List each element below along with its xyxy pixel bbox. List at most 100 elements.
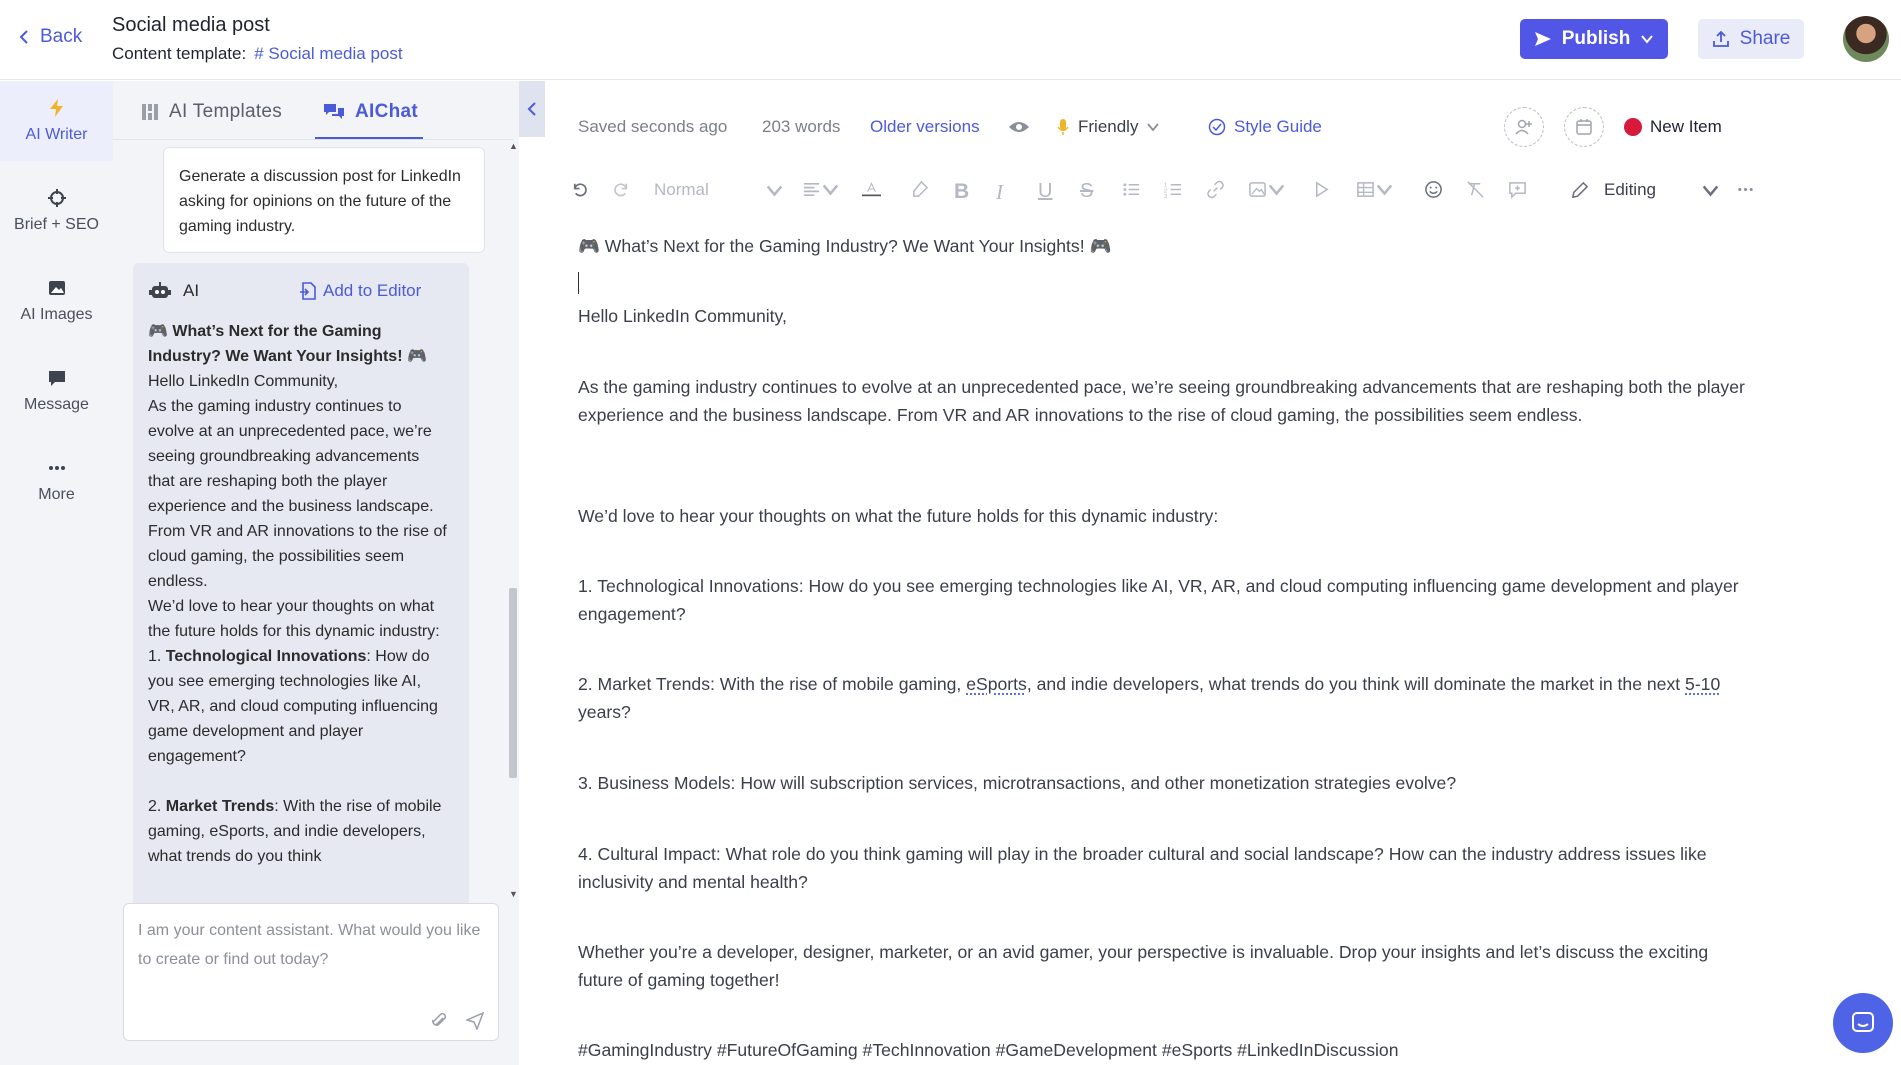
align-icon — [803, 182, 820, 197]
underline-icon: U — [1038, 180, 1053, 202]
insert-image-button[interactable] — [1248, 180, 1286, 199]
older-versions-link[interactable]: Older versions — [870, 117, 980, 137]
italic-icon: I — [996, 180, 1003, 204]
upload-icon — [1712, 30, 1729, 47]
microphone-icon — [1057, 119, 1069, 135]
chat-scrollbar[interactable]: ▲ ▼ — [505, 141, 519, 901]
tone-label: Friendly — [1078, 117, 1139, 136]
svg-text:3: 3 — [1164, 194, 1167, 199]
rail-item-ai-images[interactable]: AI Images — [0, 261, 113, 341]
redo-icon — [614, 183, 628, 197]
rail-item-more[interactable]: More — [0, 441, 113, 521]
italic-button[interactable]: I — [996, 180, 1003, 205]
page-title: Social media post — [112, 14, 270, 36]
tone-selector[interactable]: Friendly — [1056, 117, 1160, 137]
add-to-editor-button[interactable]: Add to Editor — [299, 281, 421, 301]
chat-input-placeholder: I am your content assistant. What would … — [138, 922, 481, 968]
editing-mode-select[interactable]: Editing — [1570, 180, 1720, 200]
paragraph-style-select[interactable]: Normal — [654, 180, 784, 200]
bullet-list-button[interactable] — [1122, 180, 1141, 199]
insert-doc-icon — [300, 282, 316, 300]
add-to-editor-label: Add to Editor — [323, 281, 422, 300]
doc-point-3: 3. Business Models: How will subscriptio… — [578, 773, 1457, 793]
clear-format-icon — [1467, 181, 1484, 198]
doc-hashtags: #GamingIndustry #FutureOfGaming #TechInn… — [578, 1040, 1399, 1060]
strikethrough-button[interactable]: S — [1080, 180, 1093, 203]
align-button[interactable] — [802, 180, 840, 199]
scroll-thumb[interactable] — [509, 588, 517, 778]
ai-response-header: AI — [149, 281, 199, 301]
comment-add-icon — [1509, 182, 1526, 199]
link-button[interactable] — [1206, 180, 1225, 199]
highlight-button[interactable] — [910, 180, 929, 199]
rail-label: Message — [24, 396, 89, 413]
scroll-up-arrow[interactable]: ▲ — [509, 141, 518, 151]
schedule-button[interactable] — [1564, 107, 1604, 147]
back-label: Back — [40, 26, 83, 47]
tab-aichat[interactable]: AIChat — [323, 101, 418, 123]
redo-button[interactable] — [612, 180, 631, 199]
doc-point-2: 2. Market Trends: With the rise of mobil… — [578, 674, 1721, 722]
bullet-list-icon — [1123, 183, 1140, 196]
crosshair-icon — [47, 189, 66, 207]
ai-response-point-1: 1. Technological Innovations: How do you… — [148, 648, 438, 765]
assign-user-button[interactable] — [1504, 107, 1544, 147]
underline-button[interactable]: U — [1038, 180, 1052, 203]
comment-button[interactable] — [1508, 180, 1527, 199]
editor-meta-bar: Saved seconds ago 203 words Older versio… — [578, 107, 1758, 147]
link-icon — [1207, 180, 1224, 199]
rail-item-brief-seo[interactable]: Brief + SEO — [0, 171, 113, 251]
scroll-down-arrow[interactable]: ▼ — [509, 889, 518, 899]
chevron-down-icon — [822, 184, 839, 196]
emoji-button[interactable] — [1424, 180, 1443, 199]
rail-label: Brief + SEO — [14, 216, 99, 233]
clear-format-button[interactable] — [1466, 180, 1485, 199]
workflow-status[interactable]: New Item — [1624, 117, 1722, 137]
chevron-down-icon — [1268, 184, 1285, 196]
text-color-icon — [862, 182, 881, 197]
style-guide-link[interactable]: Style Guide — [1208, 117, 1322, 137]
strikethrough-icon: S — [1080, 180, 1094, 202]
paragraph-style-value: Normal — [654, 180, 709, 199]
ai-response-intro: As the gaming industry continues to evol… — [148, 398, 447, 590]
chat-input[interactable]: I am your content assistant. What would … — [123, 903, 499, 1041]
doc-heading: 🎮 What’s Next for the Gaming Industry? W… — [578, 236, 1112, 256]
numbered-list-button[interactable]: 123 — [1164, 180, 1183, 199]
save-status: Saved seconds ago — [578, 117, 728, 136]
send-message-icon[interactable] — [466, 1012, 484, 1030]
gamepad-icon: 🎮 — [148, 323, 173, 340]
hash-icon: # — [254, 44, 264, 63]
share-button[interactable]: Share — [1698, 19, 1804, 59]
undo-button[interactable] — [570, 180, 589, 199]
insert-video-button[interactable] — [1312, 180, 1331, 199]
attach-icon[interactable] — [430, 1012, 448, 1030]
back-button[interactable]: Back — [16, 26, 82, 48]
template-label: Content template: — [112, 44, 247, 63]
tab-ai-templates[interactable]: AI Templates — [141, 101, 282, 123]
rail-label: AI Images — [20, 306, 93, 323]
text-color-button[interactable] — [862, 180, 881, 199]
user-avatar[interactable] — [1843, 16, 1889, 62]
insert-table-button[interactable] — [1356, 180, 1394, 199]
grid-icon — [142, 104, 158, 120]
more-options-button[interactable] — [1736, 180, 1755, 199]
ai-label: AI — [183, 281, 200, 300]
share-label: Share — [1739, 28, 1791, 49]
publish-button[interactable]: Publish — [1520, 19, 1668, 59]
calendar-icon — [1576, 119, 1592, 135]
gamepad-icon: 🎮 — [1084, 236, 1112, 256]
table-icon — [1357, 182, 1374, 197]
collapse-panel-button[interactable] — [519, 81, 545, 137]
chevron-down-icon — [1702, 185, 1719, 196]
help-chat-button[interactable] — [1833, 993, 1893, 1053]
add-user-icon — [1515, 119, 1532, 135]
more-icon — [1738, 187, 1753, 192]
bold-button[interactable]: B — [954, 180, 969, 204]
preview-button[interactable] — [1008, 119, 1030, 135]
rail-item-ai-writer[interactable]: AI Writer — [0, 81, 113, 161]
rail-item-message[interactable]: Message — [0, 351, 113, 431]
template-link[interactable]: # Social media post — [254, 44, 402, 64]
ai-response-greeting: Hello LinkedIn Community, — [148, 373, 339, 390]
undo-icon — [573, 183, 587, 197]
check-circle-icon — [1208, 118, 1226, 136]
